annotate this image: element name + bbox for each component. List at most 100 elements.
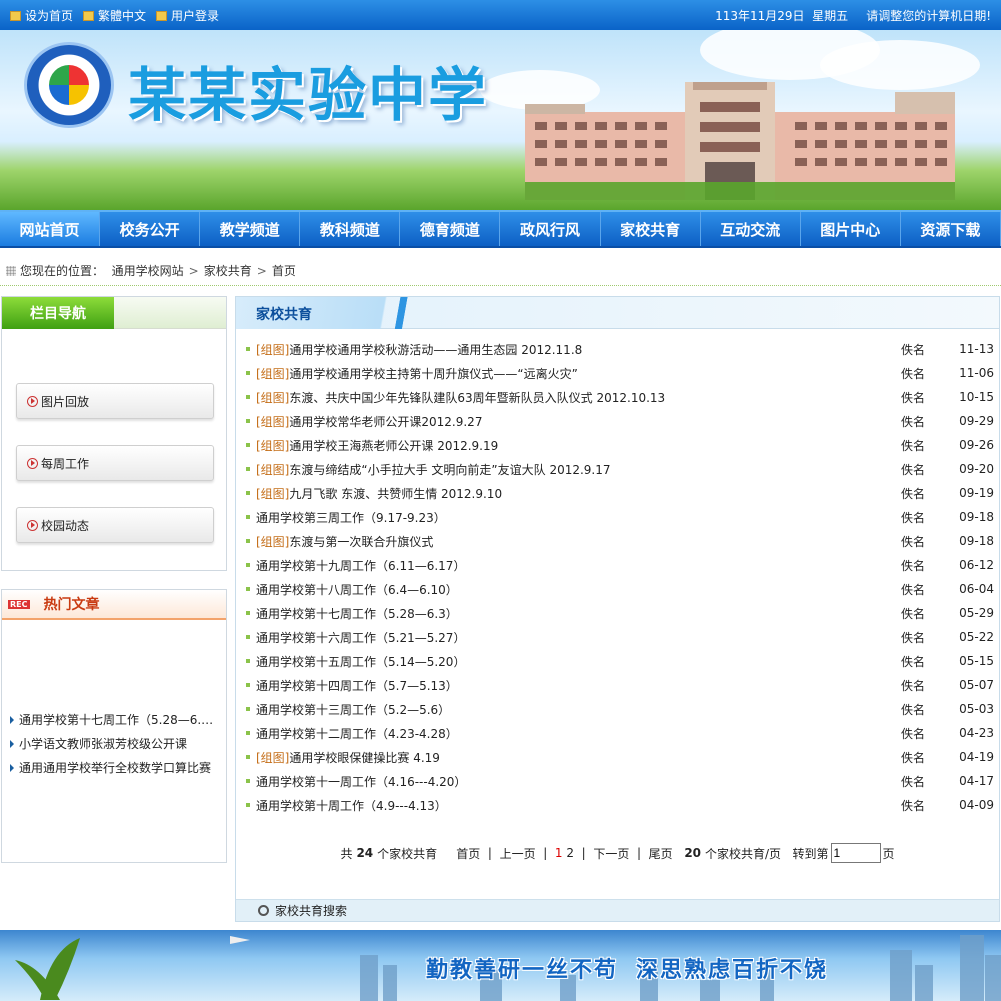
article-author: 佚名 — [901, 582, 926, 597]
nav-research[interactable]: 教科频道 — [300, 212, 401, 246]
article-link[interactable]: 通用学校第十二周工作（4.23-4.28） — [256, 725, 458, 742]
bullet-icon — [246, 803, 250, 807]
bullet-icon — [246, 443, 250, 447]
article-row: [组图]九月飞歌 东渡、共赞师生情 2012.9.10 佚名 09-19 — [244, 481, 994, 505]
article-link[interactable]: 通用学校第十一周工作（4.16---4.20） — [256, 773, 466, 790]
bullet-icon — [246, 371, 250, 375]
column-nav-item-campus[interactable]: 校园动态 — [16, 507, 214, 543]
school-logo — [24, 42, 114, 128]
article-date: 09-20 — [959, 462, 994, 476]
article-link[interactable]: [组图]通用学校王海燕老师公开课 2012.9.19 — [256, 437, 498, 454]
article-title: 通用学校常华老师公开课2012.9.27 — [289, 414, 483, 429]
article-row: [组图]东渡与第一次联合升旗仪式 佚名 09-18 — [244, 529, 994, 553]
article-link[interactable]: 通用学校第十四周工作（5.7—5.13） — [256, 677, 458, 694]
photo-tag: [组图] — [256, 414, 290, 429]
breadcrumb-prefix: 您现在的位置： — [20, 264, 105, 278]
bullet-icon — [246, 779, 250, 783]
next-page-link[interactable]: 下一页 — [593, 845, 629, 862]
article-author: 佚名 — [901, 342, 926, 357]
article-author: 佚名 — [901, 702, 926, 717]
search-bar[interactable]: 家校共育搜索 — [236, 899, 999, 921]
traditional-chinese-link[interactable]: 繁體中文 — [83, 7, 146, 24]
goto-page-input[interactable] — [830, 843, 881, 863]
nav-home-school[interactable]: 家校共育 — [601, 212, 701, 246]
article-link[interactable]: 通用学校第三周工作（9.17-9.23） — [256, 509, 446, 526]
article-link[interactable]: [组图]通用学校常华老师公开课2012.9.27 — [256, 413, 482, 430]
bullet-icon — [246, 731, 250, 735]
article-author: 佚名 — [901, 654, 926, 669]
photo-tag: [组图] — [256, 342, 290, 357]
article-link[interactable]: [组图]通用学校通用学校秋游活动——通用生态园 2012.11.8 — [256, 341, 582, 358]
article-link[interactable]: 通用学校第十七周工作（5.28—6.3） — [256, 605, 458, 622]
nav-teaching[interactable]: 教学频道 — [200, 212, 301, 246]
article-date: 05-07 — [959, 678, 994, 692]
nav-home[interactable]: 网站首页 — [0, 212, 101, 246]
article-author: 佚名 — [901, 510, 926, 525]
article-author: 佚名 — [901, 414, 926, 429]
column-nav-title: 栏目导航 — [2, 297, 114, 329]
article-list: [组图]通用学校通用学校秋游活动——通用生态园 2012.11.8 佚名 11-13… — [244, 337, 994, 817]
article-link[interactable]: 通用学校第十周工作（4.9---4.13） — [256, 797, 447, 814]
folder-icon — [10, 10, 21, 21]
article-link[interactable]: [组图]九月飞歌 东渡、共赞师生情 2012.9.10 — [256, 485, 502, 502]
article-list-header: 家校共育 — [236, 297, 999, 329]
article-row: 通用学校第十二周工作（4.23-4.28） 佚名 04-23 — [244, 721, 994, 745]
article-date: 09-29 — [959, 414, 994, 428]
last-page-link[interactable]: 尾页 — [649, 845, 673, 862]
article-row: [组图]东渡与缔结成“小手拉大手 文明向前走”友谊大队 2012.9.17 佚名 0… — [244, 457, 994, 481]
article-author: 佚名 — [901, 606, 926, 621]
bullet-icon — [246, 539, 250, 543]
hot-article-item[interactable]: 小学语文教师张淑芳校级公开课 — [10, 732, 220, 756]
column-nav-item-weekly[interactable]: 每周工作 — [16, 445, 214, 481]
nav-interaction[interactable]: 互动交流 — [701, 212, 801, 246]
nav-pictures[interactable]: 图片中心 — [801, 212, 901, 246]
column-nav-item-photos[interactable]: 图片回放 — [16, 383, 214, 419]
breadcrumb-site[interactable]: 通用学校网站 — [112, 262, 184, 279]
footer-banner: 勤教善研一丝不苟 深思熟虑百折不饶 — [0, 930, 1001, 1001]
bullet-icon — [246, 395, 250, 399]
article-title: 东渡、共庆中国少年先锋队建队63周年暨新队员入队仪式 2012.10.13 — [289, 390, 666, 405]
nav-school-affairs[interactable]: 校务公开 — [100, 212, 201, 246]
nav-downloads[interactable]: 资源下载 — [901, 212, 1001, 246]
article-link[interactable]: 通用学校第十九周工作（6.11—6.17） — [256, 557, 465, 574]
article-link[interactable]: [组图]东渡、共庆中国少年先锋队建队63周年暨新队员入队仪式 2012.10.1… — [256, 389, 665, 406]
article-link[interactable]: 通用学校第十五周工作（5.14—5.20） — [256, 653, 465, 670]
article-row: [组图]通用学校眼保健操比赛 4.19 佚名 04-19 — [244, 745, 994, 769]
user-login-link[interactable]: 用户登录 — [156, 7, 219, 24]
column-nav-panel: 栏目导航 图片回放 每周工作 校园动态 — [1, 296, 227, 571]
article-date: 04-23 — [959, 726, 994, 740]
folder-icon — [156, 10, 168, 21]
article-link[interactable]: [组图]东渡与缔结成“小手拉大手 文明向前走”友谊大队 2012.9.17 — [256, 461, 611, 478]
article-link[interactable]: [组图]通用学校通用学校主持第十周升旗仪式——“远离火灾” — [256, 365, 578, 382]
article-link[interactable]: 通用学校第十三周工作（5.2—5.6） — [256, 701, 450, 718]
slogan-1: 勤教善研一丝不苟 — [426, 957, 619, 983]
breadcrumb-section[interactable]: 家校共育 — [204, 262, 252, 279]
article-date: 09-18 — [959, 534, 994, 548]
article-date: 10-15 — [959, 390, 994, 404]
article-author: 佚名 — [901, 798, 926, 813]
prev-page-link[interactable]: 上一页 — [500, 845, 536, 862]
article-date: 11-13 — [959, 342, 994, 356]
article-title: 通用学校第十周工作（4.9---4.13） — [256, 798, 447, 813]
nav-moral[interactable]: 德育频道 — [400, 212, 501, 246]
article-title: 九月飞歌 东渡、共赞师生情 2012.9.10 — [289, 486, 503, 501]
article-link[interactable]: [组图]东渡与第一次联合升旗仪式 — [256, 533, 433, 550]
photo-tag: [组图] — [256, 438, 290, 453]
bullet-icon — [246, 659, 250, 663]
hot-article-item[interactable]: 通用学校第十七周工作（5.28—6.3） — [10, 708, 220, 732]
article-row: 通用学校第十四周工作（5.7—5.13） 佚名 05-07 — [244, 673, 994, 697]
nav-government-style[interactable]: 政风行风 — [500, 212, 601, 246]
hot-article-item[interactable]: 通用通用学校举行全校数学口算比赛 — [10, 756, 220, 780]
bullet-icon — [246, 347, 250, 351]
set-homepage-link[interactable]: 设为首页 — [10, 7, 73, 24]
photo-tag: [组图] — [256, 462, 290, 477]
breadcrumb-current[interactable]: 首页 — [272, 262, 296, 279]
article-link[interactable]: 通用学校第十六周工作（5.21—5.27） — [256, 629, 465, 646]
article-row: 通用学校第十七周工作（5.28—6.3） 佚名 05-29 — [244, 601, 994, 625]
page-2-link[interactable]: 2 — [566, 846, 574, 860]
photo-tag: [组图] — [256, 750, 290, 765]
article-link[interactable]: [组图]通用学校眼保健操比赛 4.19 — [256, 749, 440, 766]
article-link[interactable]: 通用学校第十八周工作（6.4—6.10） — [256, 581, 458, 598]
school-name: 某某实验中学 — [128, 61, 489, 129]
first-page-link[interactable]: 首页 — [456, 845, 480, 862]
